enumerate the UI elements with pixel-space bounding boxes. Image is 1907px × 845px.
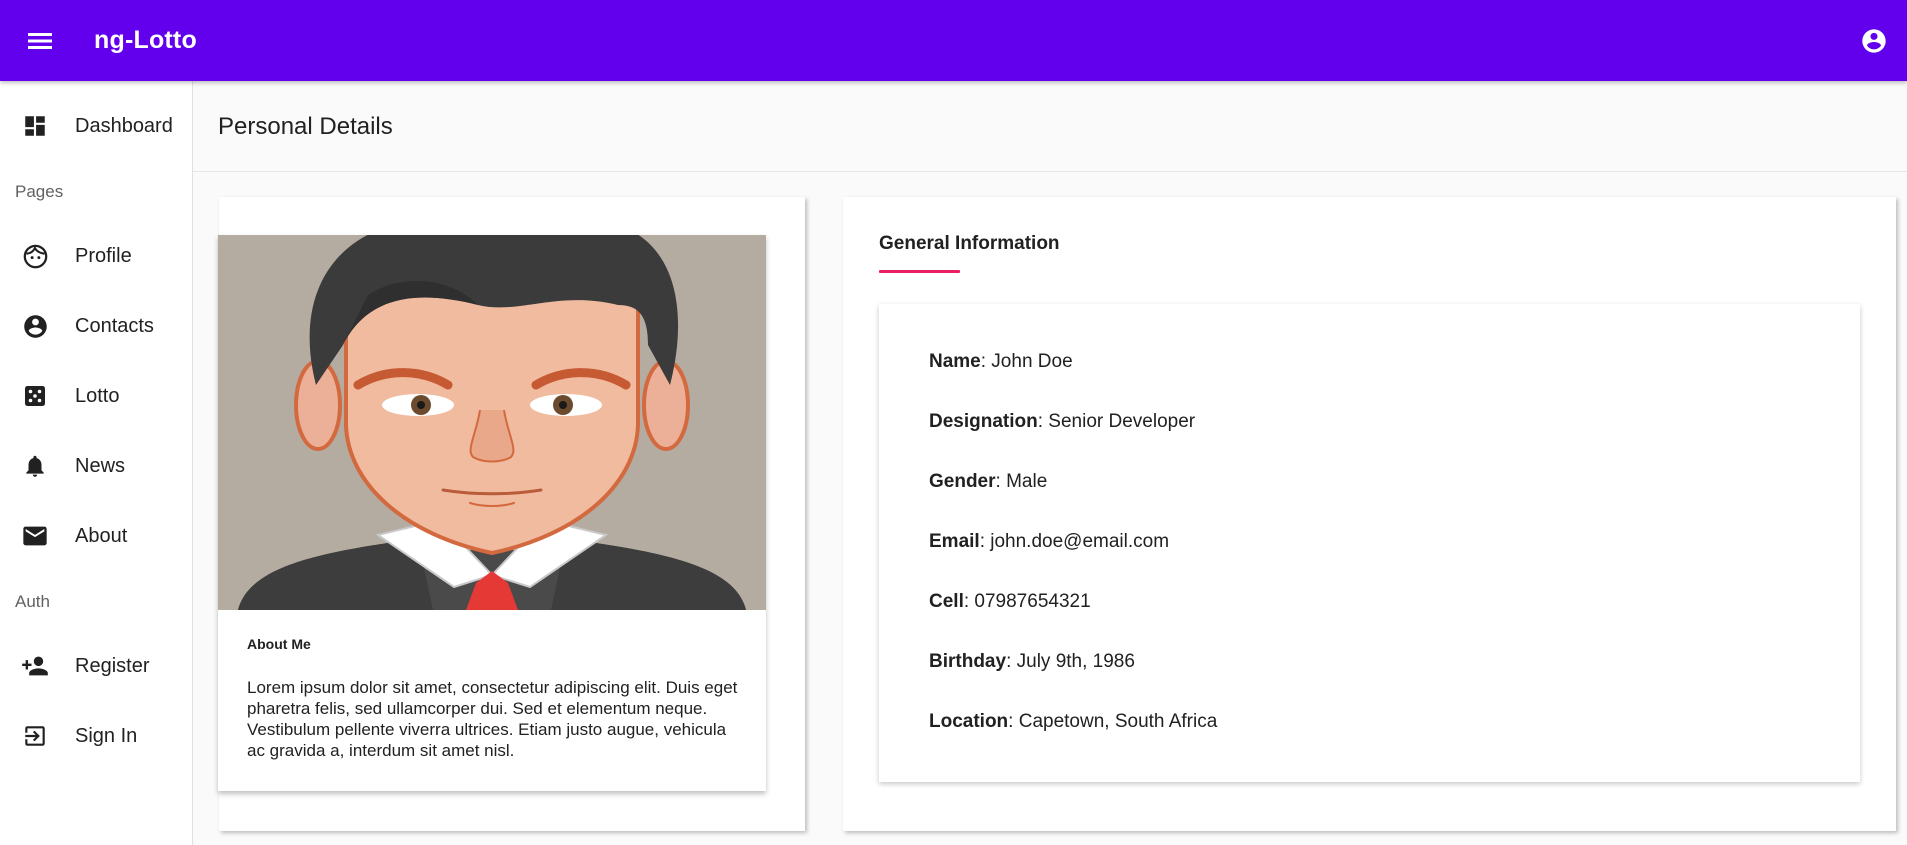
field-value: : Senior Developer (1037, 411, 1196, 432)
general-info-card: General Information Name: John Doe Desig… (843, 197, 1896, 831)
avatar (218, 235, 766, 610)
sidebar-item-label: Profile (75, 244, 132, 267)
dice-icon (21, 382, 49, 410)
bell-icon (21, 452, 49, 480)
app-title: ng-Lotto (94, 26, 197, 54)
field-value: : 07987654321 (963, 591, 1091, 612)
tab-active-indicator (879, 270, 960, 273)
field-value: : John Doe (980, 351, 1073, 372)
field-value: : john.doe@email.com (979, 531, 1170, 552)
menu-icon[interactable] (20, 21, 60, 61)
section-label-auth: Auth (15, 592, 50, 611)
sidebar-item-label: Contacts (75, 314, 154, 337)
sidebar-item-label: Lotto (75, 384, 120, 407)
sidebar-item-about[interactable]: About (0, 508, 192, 564)
field-value: : July 9th, 1986 (1006, 651, 1135, 672)
about-text: Lorem ipsum dolor sit amet, consectetur … (247, 678, 738, 760)
info-row-gender: Gender: Male (929, 471, 1047, 493)
info-row-birthday: Birthday: July 9th, 1986 (929, 651, 1135, 673)
page-header: Personal Details (193, 81, 1907, 172)
sidebar-item-dashboard[interactable]: Dashboard (0, 98, 192, 154)
tab-general-information[interactable]: General Information (879, 233, 1060, 255)
info-row-name: Name: John Doe (929, 351, 1073, 373)
info-row-designation: Designation: Senior Developer (929, 411, 1195, 433)
field-value: : Capetown, South Africa (1008, 711, 1218, 732)
info-row-location: Location: Capetown, South Africa (929, 711, 1217, 733)
sidebar-item-label: Sign In (75, 724, 138, 747)
person-add-icon (21, 652, 49, 680)
sign-in-icon (21, 722, 49, 750)
section-label-pages: Pages (15, 182, 64, 201)
sidebar-item-news[interactable]: News (0, 438, 192, 494)
sidebar-item-label: About (75, 524, 128, 547)
sidebar: Dashboard Pages Profile Contacts Lotto N… (0, 81, 193, 845)
sidebar-item-register[interactable]: Register (0, 638, 192, 694)
face-icon (21, 242, 49, 270)
sidebar-item-lotto[interactable]: Lotto (0, 368, 192, 424)
page-title: Personal Details (218, 113, 393, 140)
account-circle-icon[interactable] (1857, 24, 1891, 58)
field-value: : Male (995, 471, 1048, 492)
mail-icon (21, 522, 49, 550)
top-toolbar: ng-Lotto (0, 0, 1907, 81)
about-card: About Me Lorem ipsum dolor sit amet, con… (218, 235, 766, 791)
info-list: Name: John Doe Designation: Senior Devel… (879, 304, 1860, 782)
sidebar-item-label: Register (75, 654, 150, 677)
field-label: Name (929, 351, 981, 372)
sidebar-item-label: News (75, 454, 126, 477)
sidebar-item-contacts[interactable]: Contacts (0, 298, 192, 354)
account-circle-icon (21, 312, 49, 340)
field-label: Cell (929, 591, 964, 612)
sidebar-item-sign-in[interactable]: Sign In (0, 708, 192, 764)
field-label: Location (929, 711, 1009, 732)
field-label: Designation (929, 411, 1038, 432)
avatar-illustration (218, 235, 766, 610)
field-label: Birthday (929, 651, 1007, 672)
field-label: Email (929, 531, 980, 552)
dashboard-icon (21, 112, 49, 140)
sidebar-item-profile[interactable]: Profile (0, 228, 192, 284)
about-title: About Me (247, 636, 311, 652)
info-row-email: Email: john.doe@email.com (929, 531, 1169, 553)
info-row-cell: Cell: 07987654321 (929, 591, 1091, 613)
field-label: Gender (929, 471, 996, 492)
sidebar-item-label: Dashboard (75, 114, 173, 137)
